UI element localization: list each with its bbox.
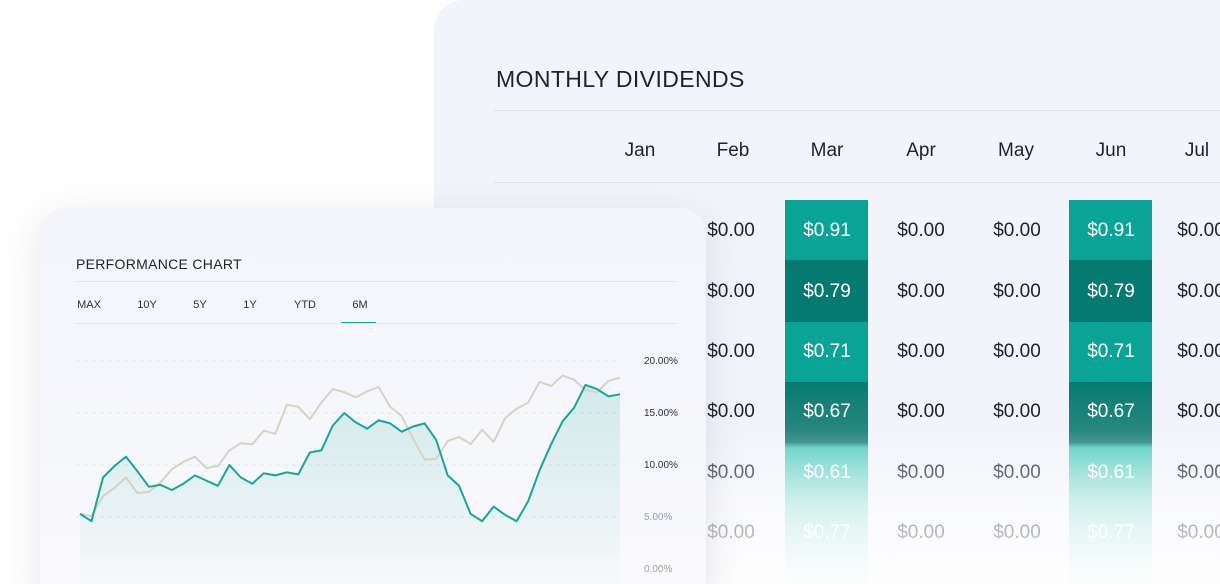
- y-tick-label: 20.00%: [644, 356, 678, 367]
- dividend-cell: $0.79: [803, 281, 851, 302]
- performance-line-chart: [76, 360, 621, 584]
- y-tick-label: 5.00%: [644, 512, 673, 523]
- dividend-cell: $0.00: [1177, 341, 1220, 362]
- dividend-cell: $0.00: [993, 401, 1041, 422]
- month-header-mar: Mar: [810, 140, 844, 161]
- dividend-cell: $0.67: [1087, 401, 1135, 422]
- y-tick-label: 0.00%: [644, 564, 673, 575]
- dividend-cell: $0.71: [1087, 341, 1135, 362]
- dividend-cell: $0.00: [897, 281, 945, 302]
- dividend-cell: $0.00: [897, 401, 945, 422]
- y-tick-label: 15.00%: [644, 408, 678, 419]
- dividend-cell: $0.00: [993, 341, 1041, 362]
- dividend-cell: $0.71: [803, 341, 851, 362]
- y-tick-label: 10.00%: [644, 460, 678, 471]
- month-header-may: May: [998, 140, 1034, 161]
- month-header-apr: Apr: [906, 140, 936, 161]
- dividend-cell: $0.67: [803, 401, 851, 422]
- dividend-cell: $0.00: [993, 281, 1041, 302]
- month-header-jan: Jan: [624, 140, 656, 161]
- dividend-cell: $0.00: [993, 220, 1041, 241]
- dividend-cell: $0.91: [1087, 220, 1135, 241]
- dividend-cell: $0.00: [1177, 401, 1220, 422]
- dividend-cell: $0.00: [1177, 220, 1220, 241]
- dividends-divider: [494, 110, 1220, 111]
- month-header-jul: Jul: [1184, 140, 1210, 161]
- performance-chart-card: PERFORMANCE CHART MAX 10Y 5Y 1Y YTD 6M 2…: [40, 208, 706, 584]
- dividend-cell: $0.00: [1177, 281, 1220, 302]
- dividends-title: MONTHLY DIVIDENDS: [496, 66, 745, 92]
- month-header-jun: Jun: [1095, 140, 1127, 161]
- dividend-cell: $0.00: [897, 341, 945, 362]
- dividend-cell: $0.79: [1087, 281, 1135, 302]
- month-header-feb: Feb: [716, 140, 750, 161]
- dividend-cell: $0.91: [803, 220, 851, 241]
- dividend-cell: $0.00: [897, 220, 945, 241]
- dividends-header-divider: [494, 182, 1220, 183]
